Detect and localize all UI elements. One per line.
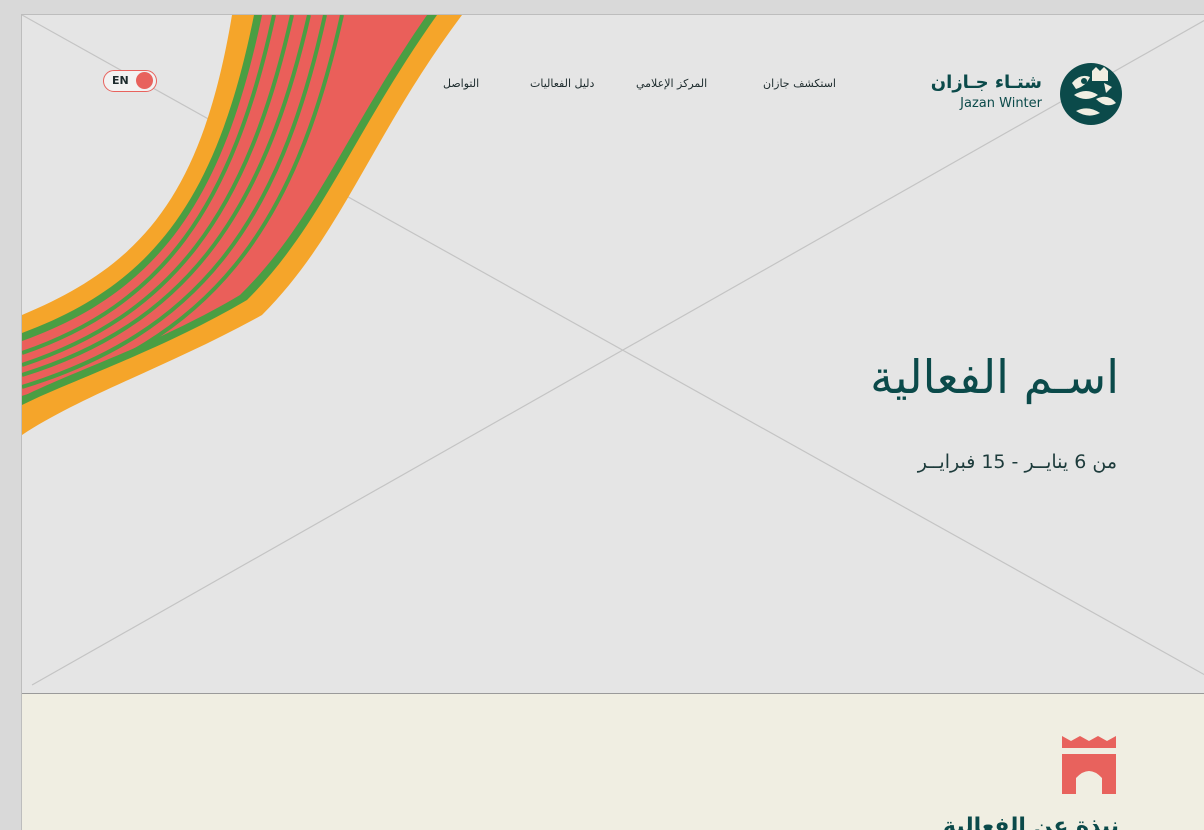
nav-item-events-guide[interactable]: دليل الفعاليات (530, 77, 594, 90)
brand-name-en: Jazan Winter (960, 96, 1042, 111)
event-date: من 6 ينايــر - 15 فبرايــر (917, 451, 1117, 473)
nav-item-explore-jazan[interactable]: استكشف جازان (763, 77, 836, 90)
language-toggle[interactable]: EN (103, 70, 157, 92)
nav-item-contact[interactable]: التواصل (443, 77, 479, 90)
jazan-winter-logo-icon (1060, 63, 1122, 125)
event-title: اسـم الفعالية (870, 350, 1119, 404)
about-section: نبذة عن الفعالية (22, 694, 1204, 830)
brand-logo[interactable]: شتـاء جـازان Jazan Winter (930, 59, 1125, 131)
brand-name-ar: شتـاء جـازان (930, 72, 1042, 93)
page-frame: شتـاء جـازان Jazan Winter استكشف جازان ا… (21, 14, 1204, 830)
about-title: نبذة عن الفعالية (943, 814, 1119, 830)
nav-item-media-center[interactable]: المركز الإعلامي (636, 77, 707, 90)
language-toggle-label: EN (112, 74, 129, 87)
castle-icon (1062, 736, 1116, 794)
toggle-knob-icon (136, 72, 153, 89)
main-nav: شتـاء جـازان Jazan Winter استكشف جازان ا… (22, 15, 1204, 145)
hero-section: شتـاء جـازان Jazan Winter استكشف جازان ا… (22, 15, 1204, 694)
